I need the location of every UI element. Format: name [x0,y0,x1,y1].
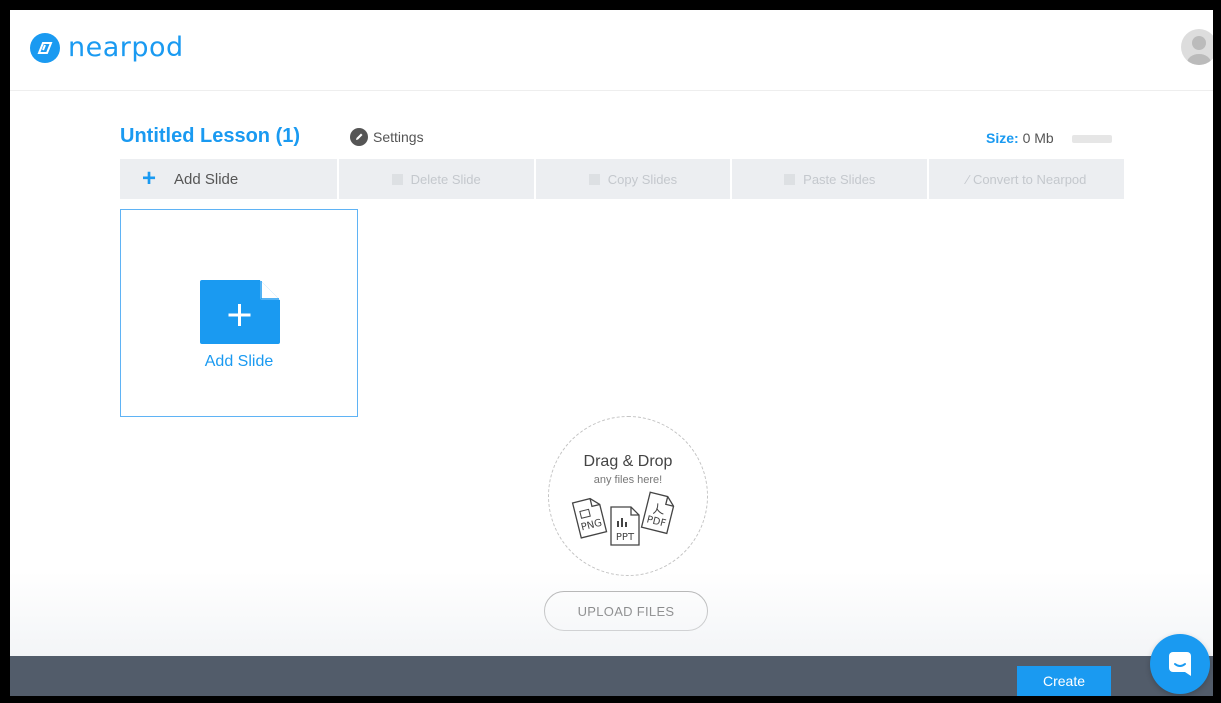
size-value: 0 Mb [1022,130,1054,146]
logo-text: nearpod [68,32,184,63]
size-bar [1071,135,1112,144]
paste-slides-button[interactable]: Paste Slides [732,159,930,199]
nearpod-logo-icon [30,32,60,63]
lesson-editor: Untitled Lesson (1) Settings Size: 0 Mb … [10,91,1213,656]
trash-icon [391,173,403,185]
create-button[interactable]: Create [1017,666,1111,696]
size-indicator: Size: 0 Mb [986,130,1112,146]
copy-slides-label: Copy Slides [607,171,678,187]
paste-slides-label: Paste Slides [803,171,876,187]
convert-label: Convert to Nearpod [972,171,1087,187]
pencil-icon [350,128,368,146]
size-label: Size: [986,130,1019,146]
add-slide-card[interactable]: Add Slide [120,209,358,417]
add-slide-icon [200,280,280,349]
file-type-icons: PNG PDF PPT [571,489,686,554]
footer-bar: Create [10,656,1213,696]
user-avatar[interactable] [1181,29,1213,65]
delete-slide-label: Delete Slide [410,171,481,187]
drag-drop-zone[interactable]: Drag & Drop any files here! PNG PDF PPT [548,416,708,576]
ppt-file-icon: PPT [610,506,640,546]
lesson-title[interactable]: Untitled Lesson (1) [120,125,300,148]
chat-icon [1165,648,1195,681]
ppt-label: PPT [616,532,635,543]
convert-button[interactable]: ⁄ Convert to Nearpod [929,159,1124,199]
add-slide-button[interactable]: + Add Slide [120,159,339,199]
copy-icon [588,173,600,185]
top-header: nearpod [10,10,1213,91]
plus-icon: + [142,165,157,192]
add-slide-label: Add Slide [174,170,239,188]
app-window: nearpod Untitled Lesson (1) Settings Siz… [10,10,1213,696]
pdf-file-icon: PDF [640,491,675,535]
convert-icon: ⁄ [966,171,969,187]
paste-icon [784,173,796,185]
chat-support-button[interactable] [1150,634,1210,694]
settings-label: Settings [373,129,424,145]
nearpod-logo[interactable]: nearpod [30,32,184,63]
dropzone-subtitle: any files here! [593,474,663,486]
slide-toolbar: + Add Slide Delete Slide Copy Slides Pas… [120,159,1124,199]
settings-link[interactable]: Settings [350,128,424,146]
copy-slides-button[interactable]: Copy Slides [536,159,733,199]
delete-slide-button[interactable]: Delete Slide [339,159,536,199]
dropzone-title: Drag & Drop [583,453,673,470]
add-slide-card-label: Add Slide [204,353,274,370]
upload-files-button[interactable]: UPLOAD FILES [544,591,708,631]
png-file-icon: PNG [571,497,608,539]
